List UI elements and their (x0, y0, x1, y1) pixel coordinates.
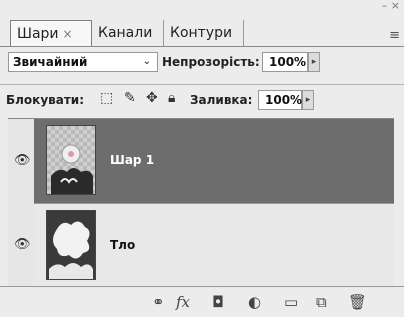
blend-mode-select[interactable]: Звичайний ⌄ (8, 52, 158, 72)
panel-menu-icon[interactable]: ≡ (389, 28, 400, 43)
layer-thumbnail (46, 210, 96, 280)
layer-thumbnail (46, 125, 96, 195)
lock-all-icon[interactable]: 🔒︎ (168, 90, 175, 106)
divider (0, 84, 404, 85)
opacity-slider-button[interactable]: ▸ (308, 52, 320, 72)
layer-visibility-cell[interactable]: 👁︎ (8, 203, 35, 287)
lock-transparent-icon[interactable]: ⬚ (100, 90, 113, 106)
layer-name[interactable]: Шар 1 (110, 153, 154, 167)
eye-icon[interactable]: 👁︎ (14, 237, 31, 252)
blend-mode-value: Звичайний (13, 55, 88, 69)
layers-panel: Шари × Канали Контури – × ≡ Звичайний ⌄ Н… (0, 0, 404, 316)
tab-layers[interactable]: Шари × (10, 20, 92, 46)
adjustment-layer-icon[interactable]: ◐ (248, 293, 261, 311)
opacity-input[interactable]: 100% (262, 52, 308, 72)
eye-icon[interactable]: 👁︎ (14, 153, 31, 168)
lock-move-icon[interactable]: ✥ (146, 90, 158, 106)
layer-name[interactable]: Тло (110, 238, 135, 252)
link-layers-icon[interactable]: ⚭ (152, 293, 165, 311)
lock-paint-icon[interactable]: ✎ (124, 90, 136, 106)
trash-icon[interactable]: 🗑 (348, 293, 367, 311)
tab-channels-label: Канали (98, 25, 153, 41)
add-mask-icon[interactable]: ◘ (212, 293, 224, 311)
layer-thumbnail-art (51, 144, 93, 194)
new-group-icon[interactable]: ▭ (284, 293, 298, 311)
window-controls[interactable]: – × (382, 0, 400, 12)
tab-paths[interactable]: Контури (164, 20, 244, 46)
fill-slider-button[interactable]: ▸ (302, 90, 314, 110)
layer-row[interactable]: Шар 1 (34, 119, 394, 203)
lock-label: Блокувати: (6, 93, 84, 107)
fill-label: Заливка: (190, 93, 253, 107)
tab-layers-label: Шари (17, 26, 59, 42)
fill-input[interactable]: 100% (258, 90, 302, 110)
tab-paths-label: Контури (170, 25, 233, 41)
opacity-label: Непрозорість: (162, 55, 260, 69)
layers-toolbar: ⚭ fx ◘ ◐ ▭ ⧉ 🗑 (0, 286, 404, 317)
new-layer-icon[interactable]: ⧉ (316, 293, 327, 311)
layer-visibility-cell[interactable]: 👁︎ (8, 119, 35, 203)
close-icon[interactable]: × (63, 27, 73, 41)
layer-thumbnail-art (49, 221, 93, 279)
layers-list: 👁︎ Шар 1 👁︎ Тло (8, 118, 394, 288)
tab-bar: Шари × Канали Контури – × ≡ (0, 0, 404, 47)
tab-channels[interactable]: Канали (92, 20, 164, 46)
chevron-down-icon: ⌄ (142, 56, 151, 67)
fx-icon[interactable]: fx (176, 293, 190, 311)
layer-row[interactable]: Тло (34, 203, 394, 288)
